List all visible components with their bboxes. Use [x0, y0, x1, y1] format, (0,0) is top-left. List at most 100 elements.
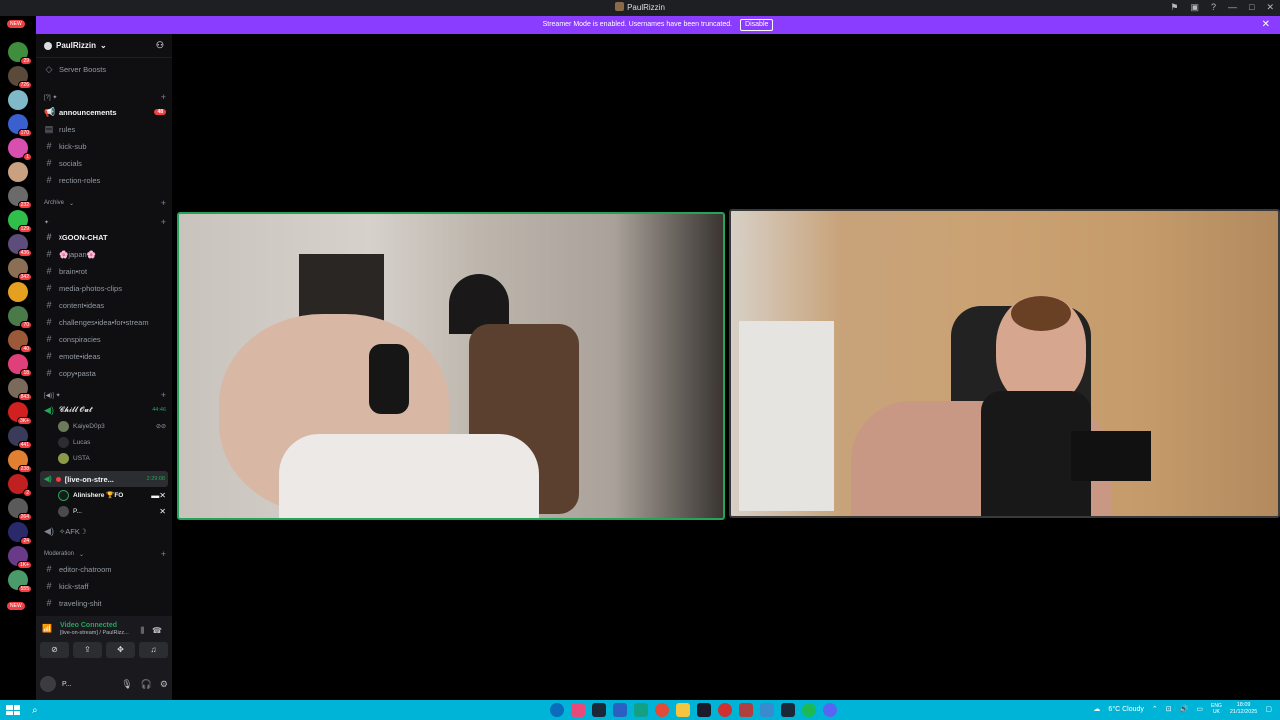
channel-emote-ideas[interactable]: # emote•ideas [44, 349, 166, 363]
activities-button[interactable]: ✥ [106, 642, 135, 658]
notification-icon[interactable]: ▢ [1265, 705, 1272, 713]
guild-header[interactable]: PaulRizzin ⌄ ⚇ [36, 34, 172, 58]
server-icon[interactable]: 129 [8, 210, 32, 233]
app-icon[interactable] [613, 703, 627, 717]
app-icon[interactable] [718, 703, 732, 717]
channel-traveling[interactable]: # traveling-shit [44, 596, 166, 610]
chevron-up-icon[interactable]: ⌃ [1152, 705, 1158, 713]
microphone-icon[interactable]: 🎙 [121, 679, 132, 690]
voice-user[interactable]: KaiyeD0p3 ⊘⊘ [58, 419, 166, 433]
disable-button[interactable]: Disable [740, 19, 774, 31]
channel-rules[interactable]: ▤ rules [44, 122, 166, 136]
server-icon[interactable]: 726 [8, 66, 32, 89]
banner-close-icon[interactable]: ✕ [1262, 16, 1270, 34]
category-archive[interactable]: Archive ⌄ + [44, 196, 166, 210]
network-icon[interactable]: ⊡ [1166, 705, 1172, 713]
server-icon[interactable] [8, 162, 28, 182]
discord-icon[interactable] [823, 703, 837, 717]
server-icon[interactable]: 1 [8, 138, 32, 161]
server-icon[interactable]: 342 [8, 258, 32, 281]
app-icon[interactable] [634, 703, 648, 717]
channel-rection-roles[interactable]: # rection-roles [44, 173, 166, 187]
category-voice[interactable]: [◀)] ✦ + [44, 388, 166, 402]
username[interactable]: P... [62, 681, 72, 688]
channel-japan[interactable]: # 🌸japan🌸 [44, 247, 166, 261]
server-icon[interactable]: 555 [8, 570, 32, 593]
voice-live-on-stream[interactable]: ◀) [live-on-stre... 2:29:08 [40, 471, 168, 487]
noise-icon[interactable]: ⫼ [140, 626, 144, 636]
channel-kick-sub[interactable]: # kick-sub [44, 139, 166, 153]
voice-user[interactable]: USTA [58, 451, 166, 465]
server-icon[interactable]: 843 [8, 378, 32, 401]
app-icon[interactable] [739, 703, 753, 717]
edge-icon[interactable] [550, 703, 564, 717]
help-icon[interactable]: ? [1211, 2, 1216, 13]
headphones-icon[interactable]: 🎧 [141, 679, 152, 690]
channel-copy-pasta[interactable]: # copy•pasta [44, 366, 166, 380]
server-icon[interactable]: 170 [8, 114, 32, 137]
server-icon[interactable]: 29 [8, 42, 32, 65]
channel-goon-chat[interactable]: # ᵡGOON-CHAT [44, 230, 166, 244]
search-icon[interactable]: ⌕ [32, 705, 38, 716]
channel-announcements[interactable]: 📢 announcements 48 [44, 105, 166, 119]
app-icon[interactable] [760, 703, 774, 717]
steam-icon[interactable] [781, 703, 795, 717]
video-stream-tile[interactable] [729, 209, 1280, 518]
file-explorer-icon[interactable] [676, 703, 690, 717]
add-member-icon[interactable]: ⚇ [156, 40, 164, 51]
category-moderation[interactable]: Moderation ⌄ + [44, 547, 166, 561]
server-icon[interactable] [8, 90, 28, 110]
server-icon[interactable]: 40 [8, 330, 32, 353]
category-header[interactable]: ✦ + [44, 215, 166, 229]
disconnect-icon[interactable]: ☎ [152, 626, 162, 635]
channel-kick-staff[interactable]: # kick-staff [44, 579, 166, 593]
channel-conspiracies[interactable]: # conspiracies [44, 332, 166, 346]
server-icon[interactable]: 264 [8, 498, 32, 521]
server-icon[interactable]: 3K+ [8, 402, 32, 425]
close-button[interactable]: ✕ [1266, 2, 1274, 13]
weather-text[interactable]: 6°C Cloudy [1108, 706, 1143, 713]
battery-icon[interactable]: ▭ [1196, 705, 1203, 713]
server-icon[interactable]: 1K+ [8, 546, 32, 569]
channel-media[interactable]: # media-photos-clips [44, 281, 166, 295]
channel-editor-chatroom[interactable]: # editor-chatroom [44, 562, 166, 576]
screen-icon[interactable]: ▣ [1190, 2, 1199, 13]
add-channel-icon[interactable]: + [161, 390, 166, 400]
language-indicator[interactable]: ENG UK [1211, 703, 1222, 715]
voice-afk[interactable]: ◀) ✧AFK☽ [44, 524, 166, 538]
video-stream-tile[interactable] [177, 212, 725, 520]
server-boosts[interactable]: ◇ Server Boosts [44, 62, 166, 76]
server-icon[interactable]: 70 [8, 306, 32, 329]
add-channel-icon[interactable]: + [161, 198, 166, 208]
clock[interactable]: 18:09 21/12/2025 [1230, 702, 1258, 716]
voice-chill-out[interactable]: ◀) 𝓒𝓱𝓲𝓵𝓵 𝓞𝓾𝓽 44:46 [44, 403, 166, 417]
screenshare-button[interactable]: ⇪ [73, 642, 102, 658]
spotify-icon[interactable] [802, 703, 816, 717]
server-icon[interactable] [8, 282, 28, 302]
volume-icon[interactable]: 🔊 [1180, 705, 1189, 713]
server-icon[interactable]: 441 [8, 426, 32, 449]
camera-off-button[interactable]: ⊘ [40, 642, 69, 658]
add-channel-icon[interactable]: + [161, 217, 166, 227]
soundboard-button[interactable]: ♫ [139, 642, 168, 658]
voice-user[interactable]: Lucas [58, 435, 166, 449]
channel-brain-rot[interactable]: # brain•rot [44, 264, 166, 278]
server-icon[interactable]: 232 [8, 186, 32, 209]
settings-gear-icon[interactable]: ⚙ [160, 679, 168, 690]
server-icon[interactable]: 436 [8, 234, 32, 257]
channel-socials[interactable]: # socials [44, 156, 166, 170]
server-icon[interactable]: 24 [8, 522, 32, 545]
channel-challenges[interactable]: # challenges•idea•for•stream [44, 315, 166, 329]
app-icon[interactable] [697, 703, 711, 717]
category-header[interactable]: [?] ✦ + [44, 90, 166, 104]
app-icon[interactable] [571, 703, 585, 717]
minimize-button[interactable]: — [1228, 2, 1237, 13]
windows-start-icon[interactable] [6, 705, 20, 715]
channel-content-ideas[interactable]: # content•ideas [44, 298, 166, 312]
inbox-icon[interactable]: ⚑ [1170, 2, 1178, 13]
server-icon[interactable]: 238 [8, 450, 32, 473]
avatar[interactable] [40, 676, 56, 692]
weather-icon[interactable]: ☁ [1093, 705, 1100, 713]
chrome-icon[interactable] [655, 703, 669, 717]
maximize-button[interactable]: □ [1249, 2, 1254, 13]
